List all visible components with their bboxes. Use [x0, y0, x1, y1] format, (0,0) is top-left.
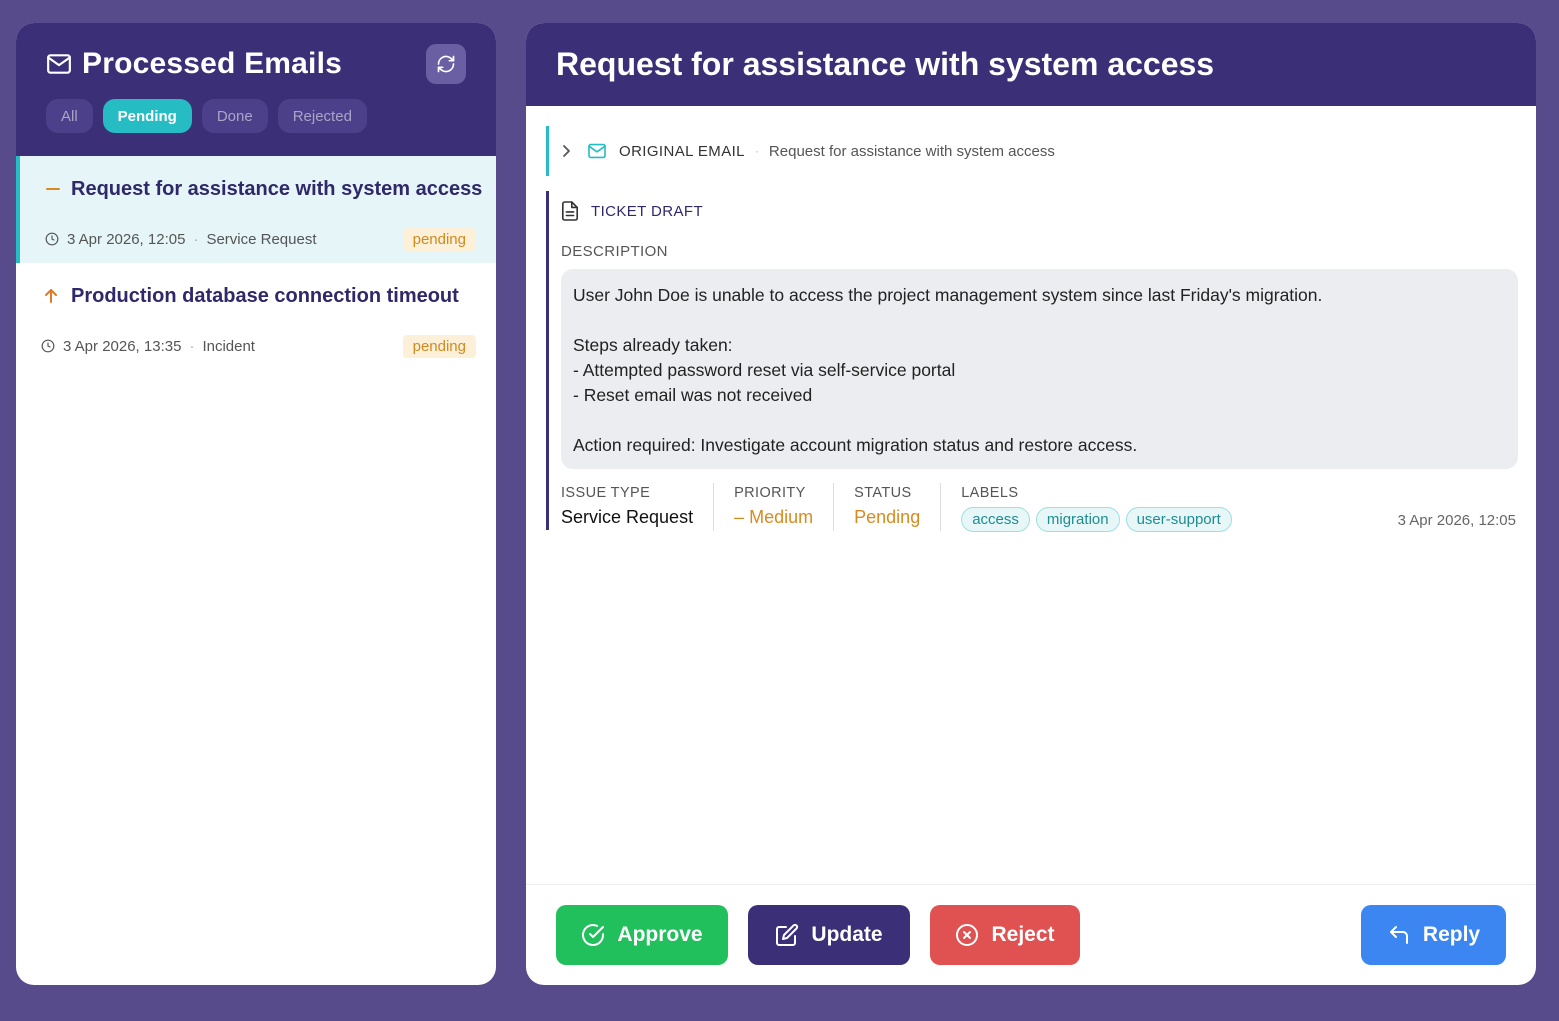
email-date: 3 Apr 2026, 12:05 [67, 230, 186, 248]
priority-value: Medium [749, 507, 814, 527]
issue-type-label: ISSUE TYPE [561, 485, 651, 501]
meta-separator: · [754, 144, 759, 158]
original-email-label: ORIGINAL EMAIL [619, 142, 745, 160]
labels-field: LABELS access migration user-support [961, 483, 1252, 532]
ticket-draft-label: TICKET DRAFT [591, 202, 704, 220]
minus-icon: – [734, 507, 745, 527]
clock-icon [45, 232, 59, 246]
description-text: User John Doe is unable to access the pr… [561, 269, 1518, 469]
label-tag: migration [1035, 507, 1120, 532]
email-subject: Production database connection timeout [71, 284, 459, 307]
priority-field: PRIORITY – Medium [734, 483, 835, 531]
reply-label: Reply [1422, 923, 1481, 946]
chevron-right-icon [563, 145, 570, 157]
update-button[interactable]: Update [748, 905, 910, 965]
labels-label: LABELS [961, 485, 1019, 501]
description-label: DESCRIPTION [561, 243, 668, 260]
detail-header: Request for assistance with system acces… [526, 23, 1536, 106]
priority-label: PRIORITY [734, 485, 806, 501]
filter-all[interactable]: All [46, 99, 93, 133]
status-badge: pending [402, 227, 476, 251]
email-list-title: Processed Emails [82, 47, 343, 80]
email-list-header: Processed Emails All Pending Done Reject… [16, 23, 496, 156]
mail-icon [47, 54, 71, 74]
email-list-panel: Processed Emails All Pending Done Reject… [16, 23, 496, 985]
approve-label: Approve [617, 923, 703, 946]
update-label: Update [811, 923, 883, 946]
draft-date: 3 Apr 2026, 12:05 [1397, 512, 1516, 529]
refresh-icon [437, 55, 455, 73]
action-bar: Approve Update Reject Reply [526, 884, 1536, 985]
document-icon [561, 201, 579, 221]
email-subject: Request for assistance with system acces… [71, 177, 483, 200]
meta-separator: · [189, 337, 195, 355]
mail-icon [588, 143, 606, 159]
clock-icon [41, 339, 55, 353]
reply-icon [1389, 926, 1408, 944]
status-badge: pending [402, 334, 476, 358]
email-list-item[interactable]: Request for assistance with system acces… [16, 156, 496, 263]
status-filter-tabs: All Pending Done Rejected [46, 99, 466, 133]
minus-icon [45, 181, 61, 197]
issue-type-value: Service Request [561, 507, 694, 527]
email-type: Service Request [206, 230, 317, 248]
detail-title: Request for assistance with system acces… [556, 46, 1215, 82]
meta-separator: · [193, 230, 199, 248]
x-circle-icon [956, 924, 979, 946]
reply-button[interactable]: Reply [1361, 905, 1506, 965]
filter-done[interactable]: Done [201, 99, 268, 133]
filter-pending[interactable]: Pending [102, 99, 192, 133]
email-date: 3 Apr 2026, 13:35 [63, 337, 182, 355]
email-list-item[interactable]: Production database connection timeout 3… [16, 263, 496, 363]
ticket-draft: TICKET DRAFT DESCRIPTION User John Doe i… [546, 191, 1518, 533]
status-value: Pending [854, 507, 921, 527]
ticket-fields: ISSUE TYPE Service Request PRIORITY – Me… [561, 483, 1516, 533]
email-type: Incident [202, 337, 255, 355]
original-email-subject: Request for assistance with system acces… [768, 142, 1055, 160]
status-label: STATUS [854, 485, 912, 501]
email-detail-panel: Request for assistance with system acces… [526, 23, 1536, 985]
reject-label: Reject [991, 923, 1055, 946]
approve-button[interactable]: Approve [556, 905, 728, 965]
edit-icon [776, 923, 799, 946]
arrow-up-icon [41, 288, 61, 304]
reject-button[interactable]: Reject [930, 905, 1080, 965]
original-email-toggle[interactable]: ORIGINAL EMAIL · Request for assistance … [546, 126, 1506, 176]
filter-rejected[interactable]: Rejected [277, 99, 367, 133]
refresh-button[interactable] [426, 44, 466, 84]
label-tag: access [961, 507, 1030, 532]
status-field: STATUS Pending [854, 483, 942, 531]
check-circle-icon [582, 924, 605, 947]
issue-type-field: ISSUE TYPE Service Request [561, 483, 715, 531]
label-tag: user-support [1125, 507, 1232, 532]
